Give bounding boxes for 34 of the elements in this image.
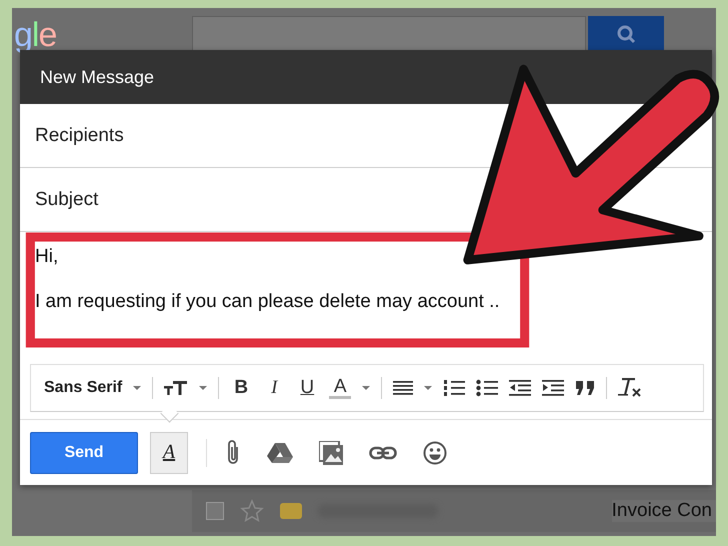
search-button[interactable] bbox=[588, 16, 664, 52]
caret-icon[interactable] bbox=[133, 386, 142, 390]
indent-more-icon[interactable] bbox=[542, 380, 564, 396]
caret-icon[interactable] bbox=[362, 386, 370, 390]
underline-button[interactable]: U bbox=[296, 377, 318, 399]
caret-icon[interactable] bbox=[424, 386, 432, 390]
message-line: Hi, bbox=[35, 246, 58, 268]
bold-button[interactable]: B bbox=[230, 377, 252, 399]
smiley-icon[interactable] bbox=[423, 440, 447, 464]
italic-button[interactable]: I bbox=[263, 377, 286, 399]
align-icon[interactable] bbox=[393, 380, 414, 396]
text-color-button[interactable]: A bbox=[329, 378, 352, 398]
search-field[interactable] bbox=[192, 16, 586, 52]
link-icon[interactable] bbox=[369, 446, 397, 460]
quote-icon[interactable] bbox=[575, 381, 596, 395]
numbered-list-icon[interactable] bbox=[443, 379, 466, 397]
indent-less-icon[interactable] bbox=[509, 380, 532, 396]
font-dropdown[interactable]: Sans Serif bbox=[44, 379, 122, 397]
star-icon[interactable] bbox=[240, 499, 264, 523]
search-icon bbox=[616, 24, 636, 44]
formatting-button[interactable]: A bbox=[150, 432, 188, 474]
triangle-logo-icon[interactable] bbox=[267, 442, 293, 464]
bulleted-list-icon[interactable] bbox=[476, 379, 498, 397]
label-icon bbox=[280, 503, 302, 519]
clear-formatting-icon[interactable] bbox=[618, 378, 642, 398]
checkbox[interactable] bbox=[206, 502, 224, 520]
photo-icon[interactable] bbox=[319, 440, 343, 464]
caret-icon[interactable] bbox=[199, 386, 208, 390]
message-line: I am requesting if you can please delete may account .. bbox=[35, 291, 500, 313]
paperclip-icon[interactable] bbox=[225, 438, 241, 466]
send-button[interactable]: Send bbox=[30, 432, 138, 474]
window-title: New Message bbox=[40, 66, 154, 88]
mail-subject[interactable]: Invoice Con bbox=[612, 500, 716, 522]
text-size-icon[interactable] bbox=[164, 380, 188, 396]
